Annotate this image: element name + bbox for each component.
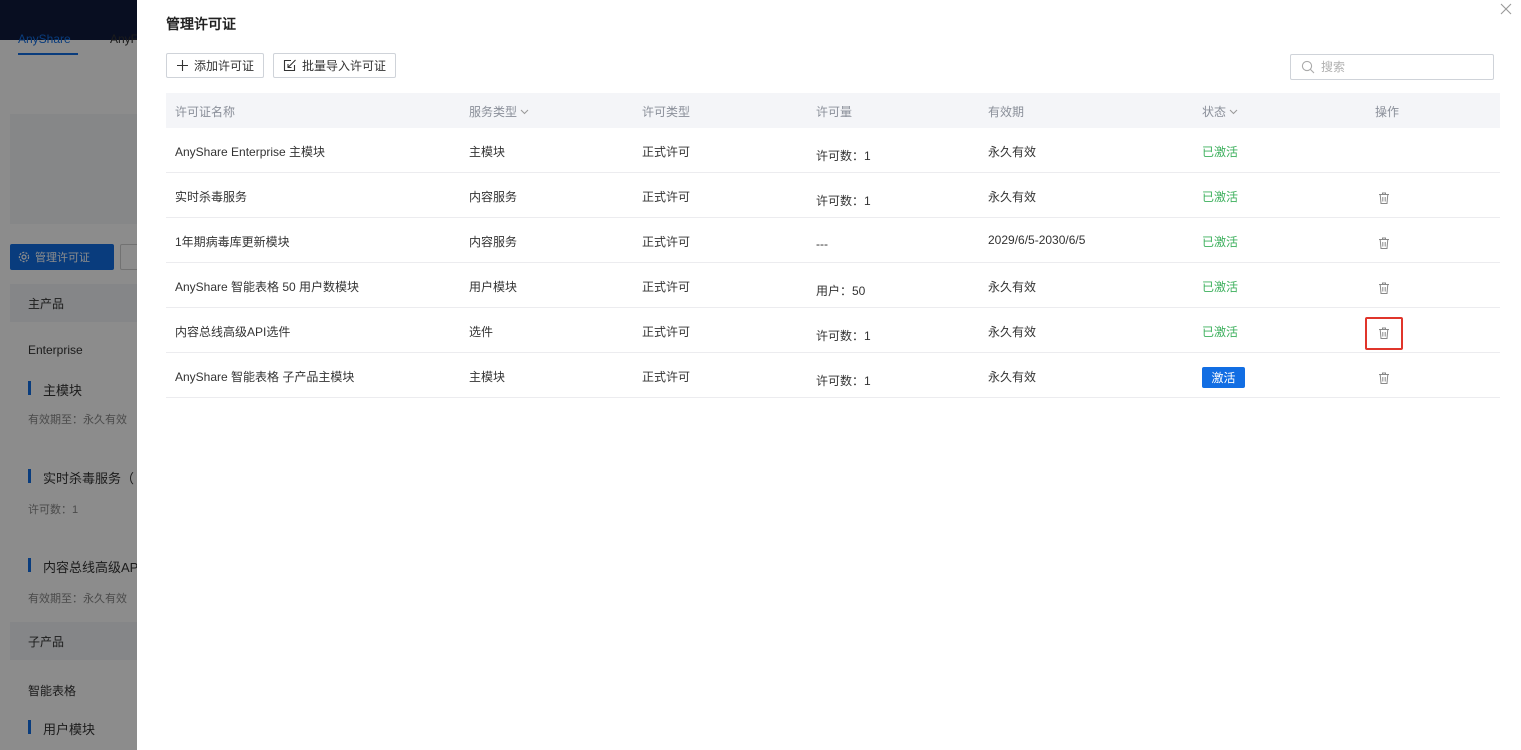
cell-name: 1年期病毒库更新模块 [175,235,290,249]
col-service-type[interactable]: 服务类型 [469,103,529,120]
cell-service-type: 主模块 [469,145,506,159]
cell-name: AnyShare 智能表格 子产品主模块 [175,370,355,384]
status-badge: 已激活 [1202,190,1239,204]
status-badge: 已激活 [1202,235,1239,249]
chevron-down-icon [520,109,529,114]
cell-validity: 永久有效 [988,280,1037,294]
import-icon [283,59,296,72]
delete-icon[interactable] [1377,326,1391,340]
col-license-type: 许可类型 [642,103,690,120]
cell-quantity: 许可数：1 [816,149,871,163]
cell-license-type: 正式许可 [642,190,691,204]
table-row: 实时杀毒服务 内容服务 正式许可 许可数：1 永久有效 已激活 [166,173,1500,218]
modal-mask[interactable] [0,0,160,750]
cell-quantity: 许可数：1 [816,374,871,388]
cell-quantity: 许可数：1 [816,329,871,343]
add-license-button[interactable]: 添加许可证 [166,53,265,78]
drawer-title: 管理许可证 [166,16,236,32]
batch-import-label: 批量导入许可证 [302,59,387,73]
cell-quantity: 用户：50 [816,284,866,298]
search-icon [1301,60,1315,74]
cell-validity: 永久有效 [988,325,1037,339]
search-box[interactable] [1290,54,1494,80]
cell-name: AnyShare 智能表格 50 用户数模块 [175,280,360,294]
table-body: AnyShare Enterprise 主模块 主模块 正式许可 许可数：1 永久有效已… [166,128,1500,398]
col-status[interactable]: 状态 [1202,103,1238,120]
cell-name: 实时杀毒服务 [175,190,248,204]
cell-license-type: 正式许可 [642,235,691,249]
status-badge: 已激活 [1202,280,1239,294]
cell-service-type: 选件 [469,325,494,339]
delete-icon[interactable] [1377,371,1391,385]
table-row: AnyShare 智能表格 50 用户数模块 用户模块 正式许可 用户：50 永久有效 已… [166,263,1500,308]
cell-name: 内容总线高级API选件 [175,325,291,339]
cell-license-type: 正式许可 [642,145,691,159]
table-row: AnyShare 智能表格 子产品主模块 主模块 正式许可 许可数：1 永久有效 激活 [166,353,1500,398]
cell-quantity: 许可数：1 [816,194,871,208]
plus-icon [177,60,188,71]
add-license-label: 添加许可证 [194,59,255,73]
delete-icon[interactable] [1377,236,1391,250]
delete-icon[interactable] [1377,281,1391,295]
cell-validity: 永久有效 [988,190,1037,204]
cell-service-type: 主模块 [469,370,506,384]
table-row: 内容总线高级API选件 选件 正式许可 许可数：1 永久有效 已激活 [166,308,1500,353]
col-license-type-label: 许可类型 [642,105,691,119]
cell-name: AnyShare Enterprise 主模块 [175,145,326,159]
cell-license-type: 正式许可 [642,280,691,294]
cell-service-type: 用户模块 [469,280,518,294]
col-action-label: 操作 [1375,105,1400,119]
table-header: 许可证名称 服务类型 许可类型 许可量 有效期 状态 操作 [166,93,1500,128]
cell-service-type: 内容服务 [469,235,518,249]
col-name: 许可证名称 [175,103,235,120]
search-input[interactable] [1321,60,1471,74]
cell-validity: 2029/6/5-2030/6/5 [988,233,1086,247]
table-row: 1年期病毒库更新模块 内容服务 正式许可 --- 2029/6/5-2030/6/5 已激… [166,218,1500,263]
delete-icon[interactable] [1377,191,1391,205]
col-validity: 有效期 [988,103,1024,120]
cell-validity: 永久有效 [988,370,1037,384]
cell-validity: 永久有效 [988,145,1037,159]
col-service-type-label: 服务类型 [469,105,518,119]
chevron-down-icon [1229,109,1238,114]
col-quantity-label: 许可量 [816,105,853,119]
cell-license-type: 正式许可 [642,325,691,339]
cell-quantity: --- [816,237,828,251]
col-validity-label: 有效期 [988,105,1025,119]
col-quantity: 许可量 [816,103,852,120]
activate-button[interactable]: 激活 [1202,367,1245,388]
batch-import-button[interactable]: 批量导入许可证 [273,53,397,78]
col-action: 操作 [1375,103,1399,120]
background-app: AnyShare AnyF 管理许可证 主产品 Enterprise 主模块 有… [0,0,160,750]
status-badge: 已激活 [1202,325,1239,339]
col-name-label: 许可证名称 [175,105,236,119]
license-table: 许可证名称 服务类型 许可类型 许可量 有效期 状态 操作 AnyShare E… [166,93,1500,398]
cell-service-type: 内容服务 [469,190,518,204]
close-icon[interactable] [1499,2,1513,16]
table-row: AnyShare Enterprise 主模块 主模块 正式许可 许可数：1 永久有效 已… [166,128,1500,173]
manage-license-drawer: 管理许可证 添加许可证 批量导入许可证 许可证名称 服务类型 许可类型 许可量 … [137,0,1521,750]
cell-license-type: 正式许可 [642,370,691,384]
col-status-label: 状态 [1202,105,1227,119]
status-badge: 已激活 [1202,145,1239,159]
